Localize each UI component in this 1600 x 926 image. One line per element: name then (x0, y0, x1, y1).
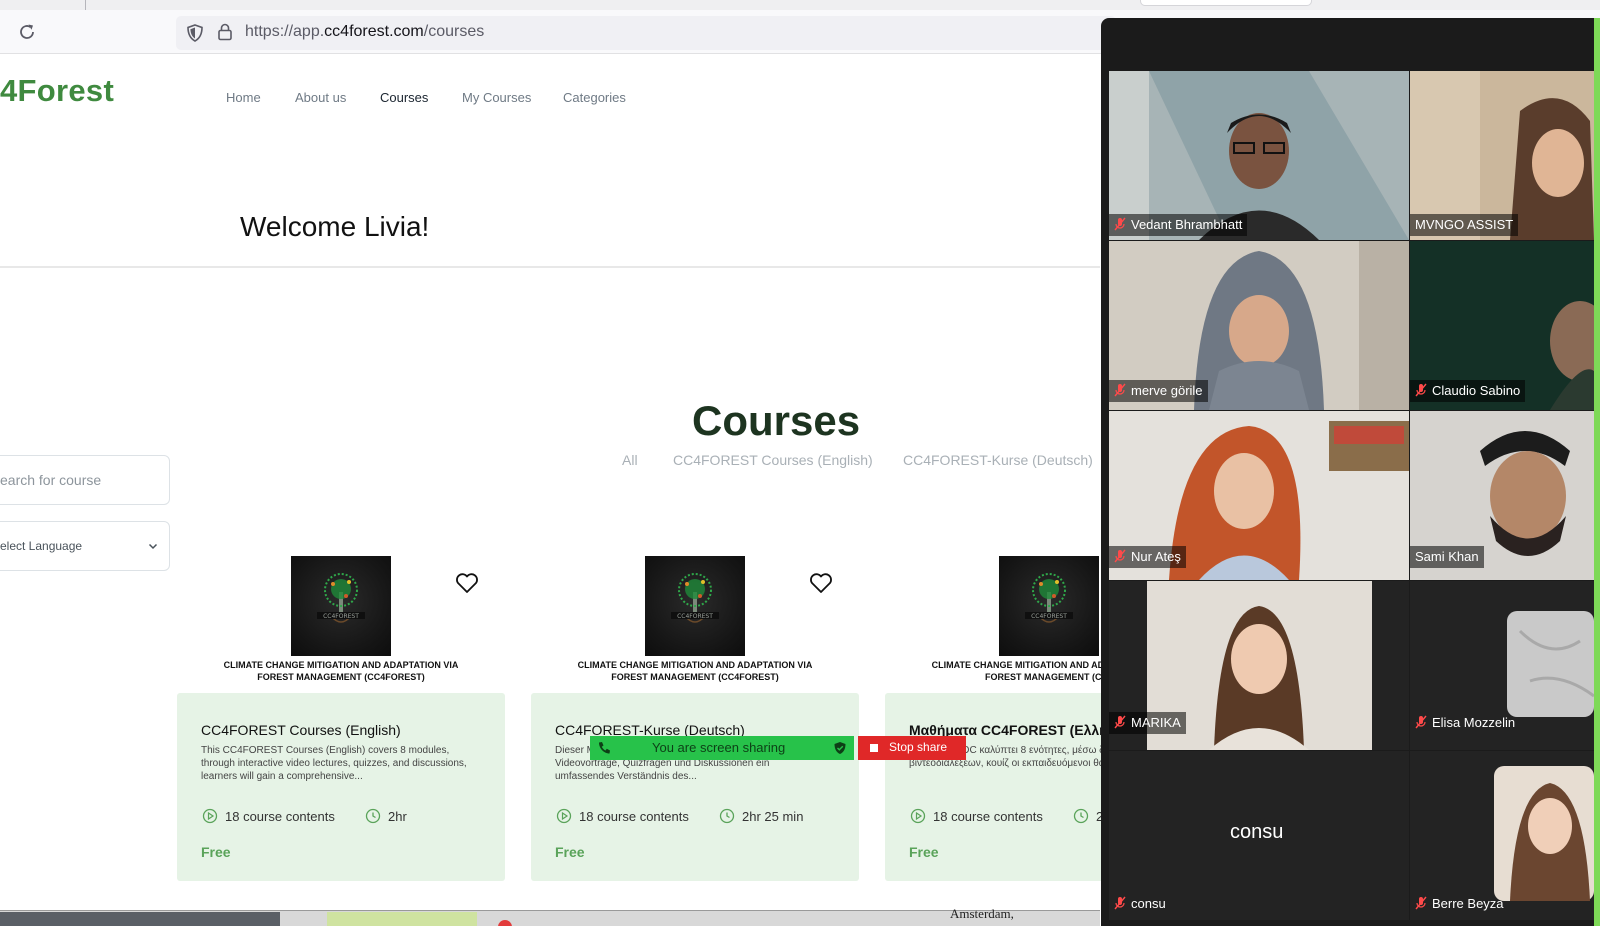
filter-deutsch[interactable]: CC4FOREST-Kurse (Deutsch) (903, 452, 1093, 468)
course-caption: CLIMATE CHANGE MITIGATION AND ADAPTATION… (223, 660, 459, 682)
participant-video-off-label: consu (1230, 821, 1284, 843)
url-text[interactable]: https://app.cc4forest.com/courses (245, 23, 484, 41)
participant-name-tag: Elisa Mozzelin (1410, 712, 1520, 734)
participant-name-tag: MARIKA (1109, 712, 1186, 734)
nav-about-us[interactable]: About us (295, 90, 346, 105)
chevron-down-icon (148, 543, 158, 550)
participant-name-tag: Claudio Sabino (1410, 380, 1526, 402)
course-thumbnail[interactable]: CC4FOREST (291, 556, 391, 656)
filter-all[interactable]: All (622, 452, 638, 468)
screen-share-status: You are screen sharing (652, 740, 786, 755)
welcome-heading: Welcome Livia! (240, 211, 430, 242)
participant-name: MARIKA (1131, 715, 1181, 730)
clock-icon (365, 808, 381, 824)
participant-name: Vedant Bhrambhatt (1131, 217, 1243, 232)
mic-muted-icon (1114, 896, 1126, 910)
course-title[interactable]: CC4FOREST Courses (English) (201, 722, 401, 738)
mic-muted-icon (1114, 549, 1126, 563)
stop-share-label: Stop share (889, 740, 948, 754)
mic-muted-icon (1415, 383, 1427, 397)
clock-icon (1073, 808, 1089, 824)
header-divider (0, 266, 1100, 268)
mic-muted-icon (1415, 715, 1427, 729)
nav-my-courses[interactable]: My Courses (462, 90, 531, 105)
participant-name: Claudio Sabino (1432, 383, 1521, 398)
favorite-heart-icon[interactable] (454, 570, 480, 596)
bottom-window-green (327, 912, 477, 926)
filter-english[interactable]: CC4FOREST Courses (English) (673, 452, 873, 468)
bottom-window-dark (0, 912, 280, 926)
bottom-window-text: Amsterdam, (950, 906, 1014, 921)
search-placeholder: earch for course (0, 472, 102, 488)
language-placeholder: elect Language (0, 539, 83, 553)
course-contents-count: 18 course contents (225, 809, 335, 824)
mic-muted-icon (1114, 715, 1126, 729)
svg-text:CC4FOREST: CC4FOREST (1031, 613, 1067, 620)
participant-name-tag: Vedant Bhrambhatt (1109, 214, 1248, 236)
course-caption: CLIMATE CHANGE MITIGATION AND ADAPTATION… (577, 660, 813, 682)
participant-name-tag: Sami Khan (1410, 546, 1484, 568)
screen: https://app.cc4forest.com/courses 4Fores… (0, 0, 1600, 926)
play-circle-icon (556, 808, 572, 824)
participant-name-tag: MVNGO ASSIST (1410, 214, 1519, 236)
svg-text:CC4FOREST: CC4FOREST (677, 613, 713, 620)
url-path: /courses (423, 23, 485, 40)
phone-icon (599, 742, 610, 754)
participant-name-tag: Nur Ateş (1109, 546, 1186, 568)
reload-icon[interactable] (16, 21, 38, 43)
nav-categories[interactable]: Categories (563, 90, 626, 105)
stop-square-icon (870, 744, 878, 752)
courses-title: Courses (692, 397, 861, 444)
course-price: Free (555, 844, 585, 860)
tree-logo-icon: CC4FOREST (671, 573, 719, 623)
course-duration: 2hr (388, 809, 407, 824)
mic-muted-icon (1114, 217, 1126, 231)
participant-name: Sami Khan (1415, 549, 1479, 564)
course-thumbnail[interactable]: CC4FOREST (645, 556, 745, 656)
participant-name: consu (1131, 896, 1166, 911)
course-contents-count: 18 course contents (933, 809, 1043, 824)
nav-courses[interactable]: Courses (380, 90, 428, 105)
tree-logo-icon: CC4FOREST (317, 573, 365, 623)
tab-separator (85, 0, 86, 10)
lock-icon[interactable] (214, 21, 236, 43)
mic-muted-icon (1415, 896, 1427, 910)
url-prefix: https://app. (245, 23, 325, 40)
svg-text:CC4FOREST: CC4FOREST (323, 613, 359, 620)
participant-name: merve görile (1131, 383, 1203, 398)
participant-name: MVNGO ASSIST (1415, 217, 1514, 232)
course-duration: 2hr 25 min (742, 809, 804, 824)
course-description: This CC4FOREST Courses (English) covers … (201, 745, 467, 782)
participant-name: Elisa Mozzelin (1432, 715, 1516, 730)
shield-check-icon (834, 742, 846, 754)
course-thumbnail[interactable]: CC4FOREST (999, 556, 1099, 656)
participant-name-tag: Berre Beyza (1410, 893, 1509, 915)
participant-name: Berre Beyza (1432, 896, 1504, 911)
url-domain: cc4forest.com (324, 23, 424, 40)
tree-logo-icon: CC4FOREST (1025, 573, 1073, 623)
window-edge-highlight (1594, 18, 1600, 926)
favorite-heart-icon[interactable] (808, 570, 834, 596)
mic-muted-icon (1114, 383, 1126, 397)
tab-strip (0, 0, 1600, 10)
participant-name-tag: merve görile (1109, 380, 1208, 402)
nav-home[interactable]: Home (226, 90, 261, 105)
site-logo[interactable]: 4Forest (0, 73, 114, 109)
participant-name: Nur Ateş (1131, 549, 1181, 564)
active-tab[interactable] (1140, 0, 1312, 6)
play-circle-icon (202, 808, 218, 824)
play-circle-icon (910, 808, 926, 824)
course-price: Free (909, 844, 939, 860)
tracking-shield-icon[interactable] (184, 22, 206, 44)
course-contents-count: 18 course contents (579, 809, 689, 824)
participant-name-tag: consu (1109, 893, 1171, 915)
course-price: Free (201, 844, 231, 860)
clock-icon (719, 808, 735, 824)
